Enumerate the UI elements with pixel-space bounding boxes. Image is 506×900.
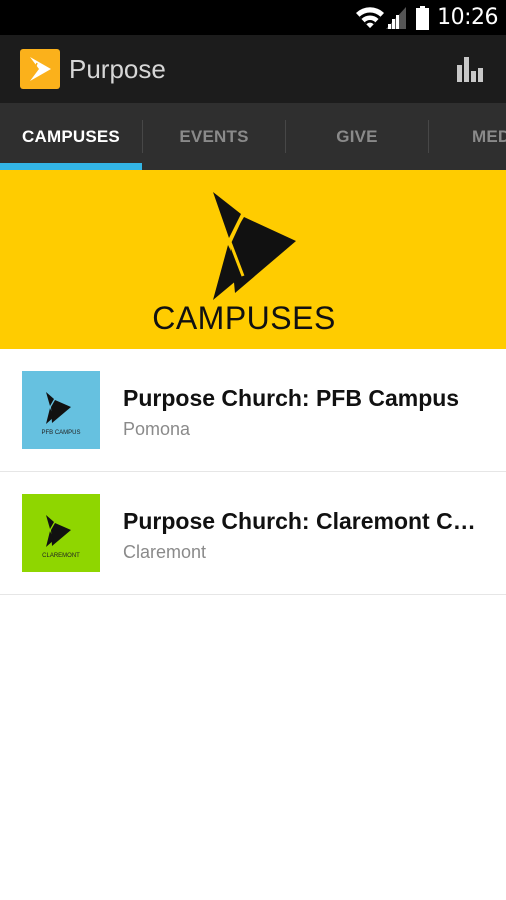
campus-location: Pomona: [123, 419, 191, 439]
purpose-arrow-logo-icon: [46, 392, 71, 424]
campus-list-item[interactable]: CLAREMONT Purpose Church: Claremont Camp…: [0, 472, 506, 595]
thumbnail-caption: CLAREMONT: [42, 553, 80, 559]
tab-campuses[interactable]: CAMPUSES: [0, 103, 142, 170]
campus-list: PFB CAMPUS Purpose Church: PFB Campus Po…: [0, 349, 506, 595]
status-icons: 10:26: [356, 0, 498, 35]
thumbnail-caption: PFB CAMPUS: [41, 430, 81, 436]
purpose-arrow-logo-icon: [46, 515, 71, 547]
campus-title: Purpose Church: PFB Campus: [123, 385, 460, 411]
tab-media[interactable]: MEDIA: [429, 103, 506, 170]
tab-events[interactable]: EVENTS: [143, 103, 285, 170]
campus-thumbnail: CLAREMONT: [22, 494, 100, 572]
campus-list-item[interactable]: PFB CAMPUS Purpose Church: PFB Campus Po…: [0, 349, 506, 472]
tab-bar: CAMPUSES EVENTS GIVE MEDIA: [0, 103, 506, 170]
purpose-app-icon[interactable]: [20, 49, 60, 89]
campuses-hero-banner: CAMPUSES: [0, 170, 506, 349]
status-bar: 10:26: [0, 0, 506, 35]
tab-give[interactable]: GIVE: [286, 103, 428, 170]
status-time: 10:26: [437, 5, 498, 30]
purpose-arrow-logo-icon: [213, 192, 296, 300]
campus-title: Purpose Church: Claremont Campus: [123, 508, 483, 534]
app-title: Purpose: [69, 54, 166, 84]
cell-signal-icon: [386, 6, 407, 29]
action-bar: Purpose: [0, 35, 506, 103]
tab-indicator: [0, 163, 142, 170]
campus-location: Claremont: [123, 542, 207, 562]
battery-icon: [416, 5, 430, 30]
hero-title: CAMPUSES: [152, 300, 336, 336]
bar-chart-icon: [457, 57, 483, 82]
stats-button[interactable]: [454, 51, 490, 87]
campus-thumbnail: PFB CAMPUS: [22, 371, 100, 449]
wifi-icon: [356, 6, 385, 29]
